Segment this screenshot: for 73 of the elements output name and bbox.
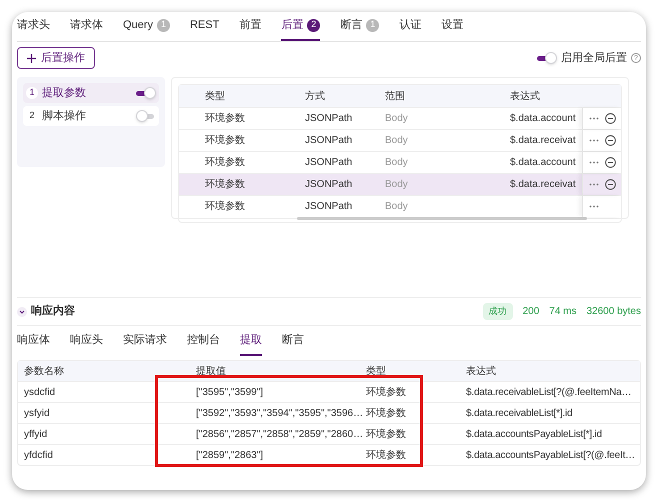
- response-tab[interactable]: 控制台: [187, 326, 220, 356]
- count-badge: 1: [366, 18, 380, 32]
- table-cell-text: JSONPath: [305, 156, 354, 170]
- column-header: 方式: [305, 90, 326, 104]
- request-tab[interactable]: 请求头: [17, 11, 50, 41]
- request-tab[interactable]: 认证: [399, 11, 422, 41]
- column-header: 参数名称: [24, 364, 65, 378]
- response-tab[interactable]: 响应头: [70, 326, 103, 356]
- table-cell-text: $.data.accountsPayableList[?(@.feeIt…: [466, 448, 635, 462]
- table-cell-text: $.data.receivableList[?(@.feeItemNa…: [466, 386, 632, 400]
- table-cell-text: yffyid: [24, 428, 48, 442]
- step-label: 脚本操作: [42, 108, 86, 124]
- table-cell-text: yfdcfid: [24, 448, 54, 462]
- table-cell-text: ysdcfid: [24, 386, 56, 400]
- response-title: 响应内容: [31, 304, 75, 320]
- table-cell-text: Body: [385, 134, 409, 148]
- step-item[interactable]: 1 提取参数: [23, 83, 159, 103]
- status-code: 200: [522, 305, 540, 319]
- table-cell-text: JSONPath: [305, 112, 354, 126]
- column-header: 类型: [366, 364, 387, 378]
- table-cell-text: JSONPath: [305, 200, 354, 214]
- table-cell-text: $.data.receivableList[*].id: [466, 406, 574, 420]
- table-cell-text: ["2856","2857","2858","2859","2860…: [196, 428, 364, 442]
- table-cell: $.data.account: [510, 113, 576, 124]
- add-post-action-button[interactable]: 后置操作: [17, 47, 95, 69]
- request-tab[interactable]: 断言 1: [340, 11, 380, 41]
- count-badge: 2: [307, 18, 320, 32]
- table-cell-text: 环境参数: [366, 448, 407, 462]
- column-header: 类型: [205, 90, 226, 104]
- table-cell-text: Body: [385, 112, 409, 126]
- table-cell: $.data.receivat: [510, 179, 576, 190]
- table-cell-text: 环境参数: [366, 428, 407, 442]
- table-cell-text: 环境参数: [205, 134, 246, 148]
- table-cell-text: $.data.accountsPayableList[*].id: [466, 428, 603, 442]
- count-badge: 1: [156, 18, 170, 32]
- table-cell-text: 环境参数: [205, 156, 246, 170]
- table-cell-text: JSONPath: [305, 134, 354, 148]
- request-tab[interactable]: 请求体: [70, 11, 103, 41]
- table-cell-text: 环境参数: [205, 112, 246, 126]
- step-item[interactable]: 2 脚本操作: [23, 106, 159, 126]
- response-tab[interactable]: 实际请求: [123, 326, 167, 356]
- step-label: 提取参数: [42, 86, 86, 101]
- response-time: 74 ms: [549, 305, 576, 319]
- table-cell-text: 环境参数: [366, 406, 407, 420]
- status-badge: 成功: [482, 302, 513, 320]
- response-tab[interactable]: 断言: [282, 326, 304, 356]
- table-cell-text: JSONPath: [305, 178, 354, 192]
- table-cell-text: ["2859","2863"]: [196, 448, 264, 462]
- table-cell: $.data.account: [510, 157, 576, 168]
- request-tab[interactable]: Query 1: [123, 11, 170, 41]
- table-cell-text: ["3592","3593","3594","3595","3596…: [196, 406, 364, 420]
- table-cell-text: 环境参数: [205, 200, 246, 214]
- request-tab[interactable]: REST: [190, 11, 220, 41]
- column-header: 表达式: [466, 364, 497, 378]
- table-cell-text: Body: [385, 156, 409, 170]
- request-tab[interactable]: 后置 2: [281, 11, 320, 41]
- table-cell: $.data.receivat: [510, 135, 576, 146]
- response-tab[interactable]: 提取: [240, 326, 262, 356]
- request-tab[interactable]: 前置: [239, 11, 262, 41]
- table-cell-text: 环境参数: [205, 178, 246, 192]
- response-size: 32600 bytes: [586, 305, 641, 319]
- table-cell-text: 环境参数: [366, 386, 407, 400]
- column-header: 提取值: [196, 364, 227, 378]
- global-post-label: 启用全局后置: [561, 50, 627, 66]
- column-header: 表达式: [510, 90, 541, 104]
- table-cell-text: Body: [385, 178, 409, 192]
- table-cell-text: Body: [385, 200, 409, 214]
- response-tab[interactable]: 响应体: [17, 326, 50, 356]
- column-header: 范围: [385, 90, 406, 104]
- request-tab[interactable]: 设置: [441, 11, 464, 41]
- table-cell-text: ["3595","3599"]: [196, 386, 264, 400]
- step-number: 1: [26, 87, 38, 99]
- table-cell-text: ysfyid: [24, 406, 51, 420]
